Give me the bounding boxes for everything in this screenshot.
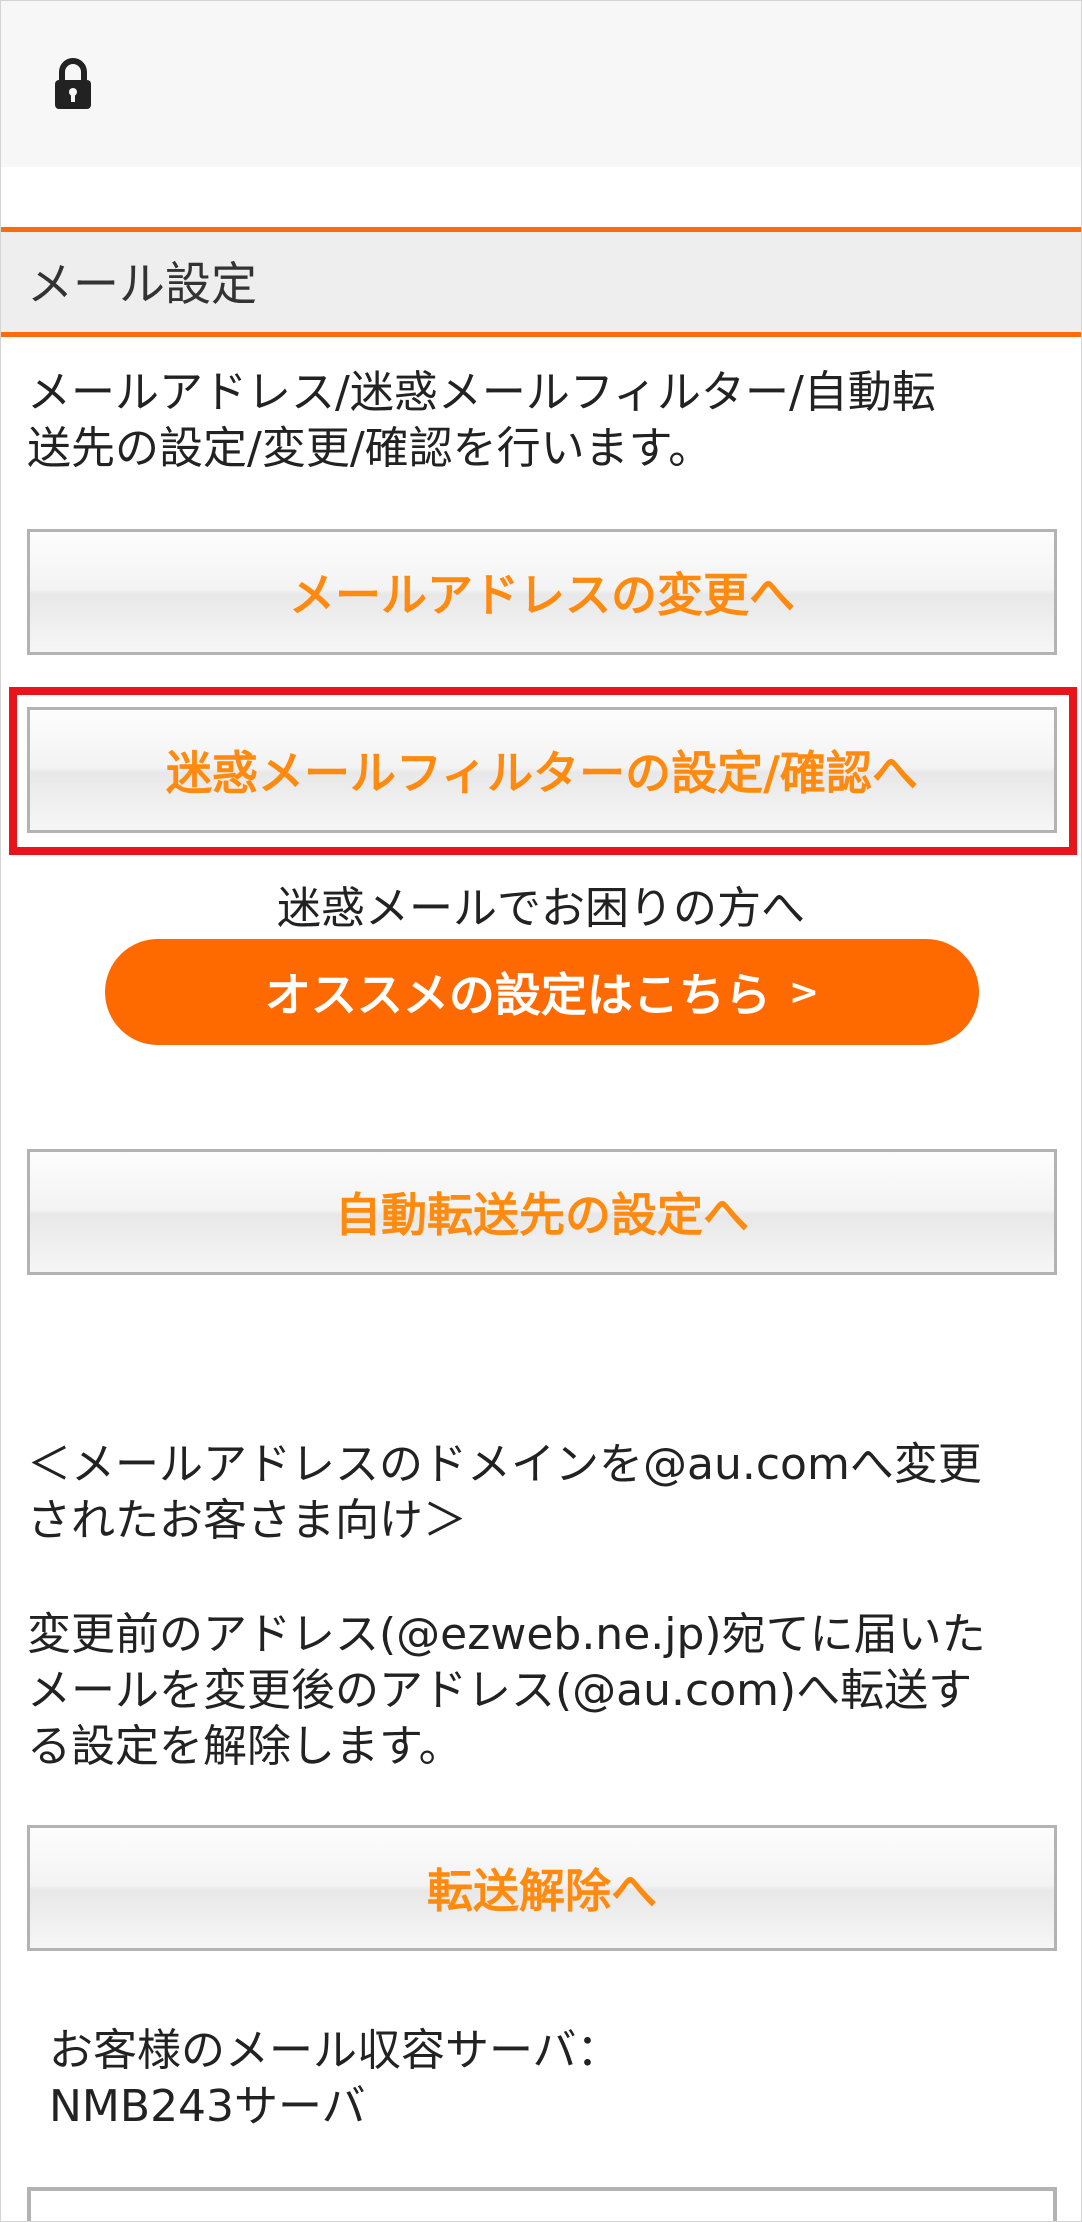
recommend-prompt: 迷惑メールでお困りの方へ: [277, 883, 805, 934]
change-address-button[interactable]: メールアドレスの変更へ: [27, 529, 1057, 655]
chevron-right-icon: >: [788, 971, 820, 1013]
domain-notice-heading: ＜メールアドレスのドメインを@au.comへ変更 されたお客さま向け＞: [27, 1437, 1057, 1549]
notice-heading-line: ＜メールアドレスのドメインを@au.comへ変更: [27, 1439, 982, 1490]
server-label: お客様のメール収容サーバ：: [49, 2025, 621, 2076]
recommended-settings-label: オススメの設定はこちら: [264, 968, 771, 1022]
mail-server-info: お客様のメール収容サーバ： NMB243サーバ: [49, 2023, 621, 2135]
section-title: メール設定: [27, 257, 257, 311]
section-header: メール設定: [1, 227, 1081, 337]
notice-body-line: メールを変更後のアドレス(@au.com)へ転送す: [27, 1665, 973, 1716]
description-line: 送先の設定/変更/確認を行います。: [27, 423, 713, 474]
notice-heading-line: されたお客さま向け＞: [27, 1495, 467, 1546]
top-bar: [1, 1, 1081, 167]
description-line: メールアドレス/迷惑メールフィルター/自動転: [27, 367, 936, 418]
notice-body-line: 変更前のアドレス(@ezweb.ne.jp)宛てに届いた: [27, 1609, 986, 1660]
section-description: メールアドレス/迷惑メールフィルター/自動転 送先の設定/変更/確認を行います。: [27, 365, 1057, 477]
notice-body-line: る設定を解除します。: [27, 1721, 463, 1772]
recommended-settings-button[interactable]: オススメの設定はこちら >: [105, 939, 979, 1045]
auto-forward-button[interactable]: 自動転送先の設定へ: [27, 1149, 1057, 1275]
spam-filter-button[interactable]: 迷惑メールフィルターの設定/確認へ: [27, 707, 1057, 833]
lock-icon: [55, 58, 91, 109]
next-button-partial[interactable]: [27, 2187, 1057, 2221]
server-value: NMB243サーバ: [49, 2081, 366, 2132]
domain-notice-body: 変更前のアドレス(@ezweb.ne.jp)宛てに届いた メールを変更後のアドレ…: [27, 1607, 1057, 1775]
forward-cancel-button[interactable]: 転送解除へ: [27, 1825, 1057, 1951]
page-frame: メール設定 メールアドレス/迷惑メールフィルター/自動転 送先の設定/変更/確認…: [0, 0, 1082, 2222]
